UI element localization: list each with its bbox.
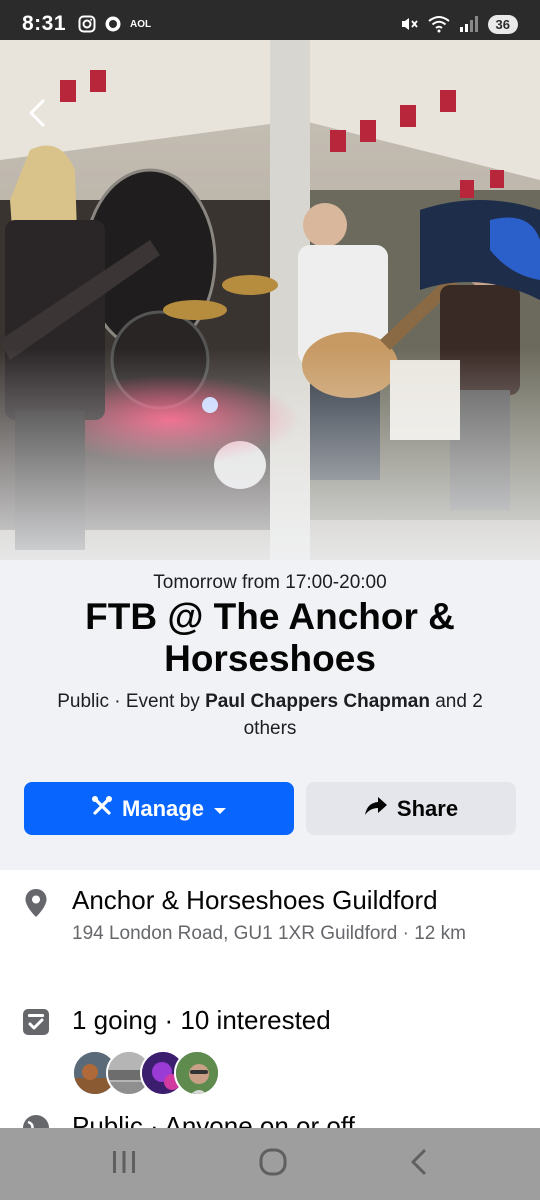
attendance-count: 1 going · 10 interested — [72, 1005, 331, 1035]
event-meta: Public · Event by Paul Chappers Chapman … — [20, 688, 520, 742]
instagram-icon — [78, 15, 96, 33]
back-button[interactable] — [20, 96, 54, 130]
event-visibility: Public · Event by — [57, 691, 206, 712]
wifi-icon — [427, 15, 450, 33]
home-button[interactable] — [258, 1147, 288, 1182]
manage-button[interactable]: Manage — [24, 782, 294, 835]
event-host-link[interactable]: Paul Chappers Chapman — [205, 691, 430, 712]
system-icons: 36 — [399, 14, 518, 34]
recent-apps-button[interactable] — [110, 1149, 138, 1180]
caret-down-icon — [213, 796, 227, 822]
location-address: 194 London Road, GU1 1XR Guildford · 12 … — [72, 923, 466, 944]
android-nav-bar — [0, 1128, 540, 1200]
event-details: Anchor & Horseshoes Guildford 194 London… — [0, 870, 540, 1141]
event-actions: Manage Share — [24, 782, 516, 835]
aol-icon: AOL — [130, 18, 152, 30]
manage-label: Manage — [122, 795, 204, 821]
signal-icon — [459, 15, 479, 33]
event-title: FTB @ The Anchor & Horseshoes — [85, 596, 455, 679]
notification-icons: AOL — [78, 15, 151, 33]
calendar-check-icon — [0, 1004, 72, 1096]
event-header: Tomorrow from 17:00-20:00 FTB @ The Anch… — [0, 572, 540, 742]
location-pin-icon — [0, 884, 72, 948]
share-arrow-icon — [364, 795, 388, 823]
mute-icon — [399, 14, 419, 34]
event-cover-photo[interactable] — [0, 40, 540, 600]
avatar[interactable] — [174, 1050, 220, 1096]
tools-icon — [91, 795, 113, 823]
location-row[interactable]: Anchor & Horseshoes Guildford 194 London… — [0, 884, 540, 948]
attendee-avatars[interactable] — [72, 1050, 512, 1096]
share-button[interactable]: Share — [306, 782, 516, 835]
attendance-row[interactable]: 1 going · 10 interested — [0, 1004, 540, 1096]
event-time: Tomorrow from 17:00-20:00 — [153, 572, 387, 593]
whatsapp-icon — [104, 15, 122, 33]
share-label: Share — [396, 795, 459, 821]
location-name: Anchor & Horseshoes Guildford — [72, 885, 438, 915]
back-nav-button[interactable] — [408, 1148, 430, 1181]
battery-icon: 36 — [487, 14, 518, 34]
status-time: 8:31 — [22, 12, 67, 35]
